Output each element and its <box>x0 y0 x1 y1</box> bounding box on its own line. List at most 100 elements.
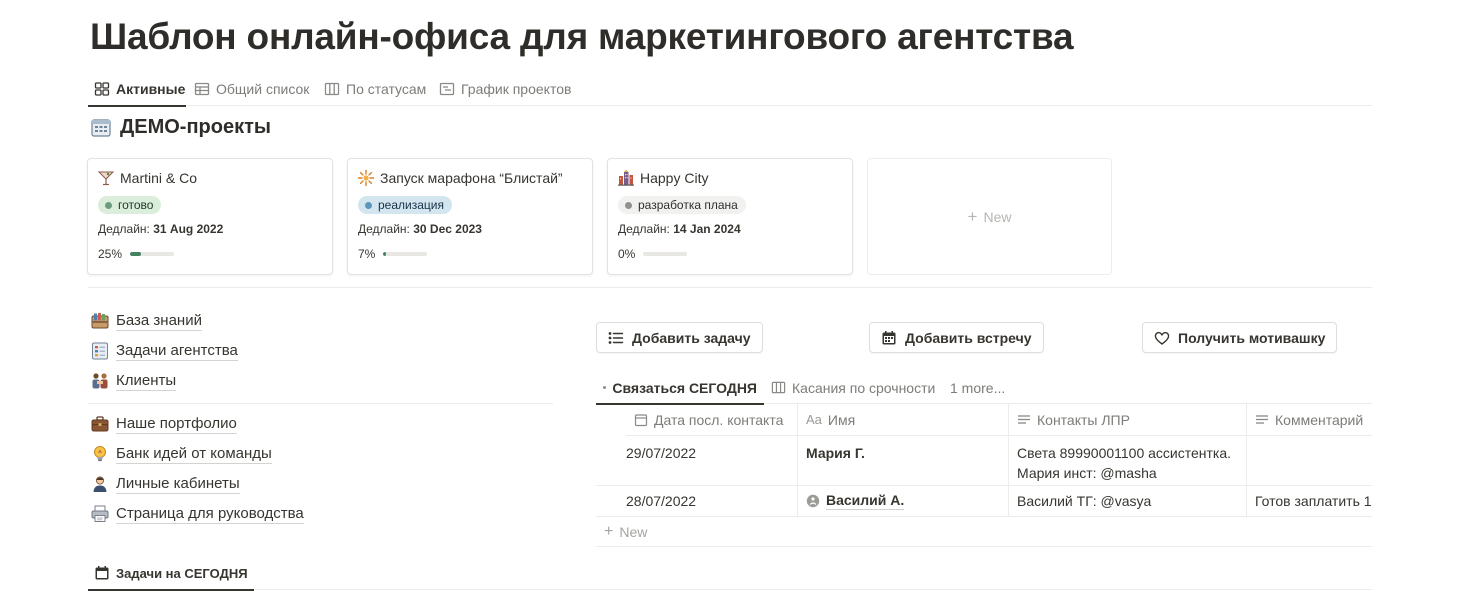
get-motivation-label: Получить мотивашку <box>1178 329 1326 346</box>
deadline: Дедлайн: 30 Dec 2023 <box>358 222 482 236</box>
column-header-last-contact[interactable]: Дата посл. контакта <box>626 404 798 436</box>
timeline-icon <box>439 82 455 96</box>
column-header-name[interactable]: Aa Имя <box>798 404 1009 436</box>
cell-comment[interactable]: Готов заплатить 10 <box>1247 486 1372 517</box>
link-management-page[interactable]: Страница для руководства <box>90 504 304 524</box>
deadline-value: 14 Jan 2024 <box>673 222 741 236</box>
checklist-icon <box>90 341 110 361</box>
status-text: реализация <box>378 198 444 212</box>
status-badge: реализация <box>358 196 452 214</box>
contacts-line: Света 89990001100 ассистентка. <box>1017 445 1232 461</box>
sparkle-icon <box>357 169 375 187</box>
tab-general-list[interactable]: Общий список <box>188 72 315 106</box>
column-label: Контакты ЛПР <box>1037 411 1130 428</box>
printer-icon <box>90 504 110 524</box>
add-meeting-button[interactable]: Добавить встречу <box>869 322 1044 353</box>
name-value: Василий А. <box>806 491 1000 510</box>
tab-by-status[interactable]: По статусам <box>318 72 432 106</box>
link-agency-tasks[interactable]: Задачи агентства <box>90 341 238 361</box>
column-label: Комментарий <box>1275 411 1364 428</box>
tab-project-timeline[interactable]: График проектов <box>433 72 577 106</box>
cell-contacts[interactable]: Света 89990001100 ассистентка. Мария инс… <box>1009 436 1247 486</box>
link-label: База знаний <box>116 311 202 331</box>
progress: 25% <box>98 247 175 261</box>
cell-contacts[interactable]: Василий ТГ: @vasya <box>1009 486 1247 517</box>
cell-name[interactable]: Василий А. <box>798 486 1009 517</box>
tasks-view-tabs: Задачи на СЕГОДНЯ <box>88 556 1372 591</box>
progress-bar <box>383 252 428 256</box>
deadline-label: Дедлайн: <box>98 222 150 236</box>
calendar-icon <box>95 566 109 580</box>
new-row-button[interactable]: + New <box>596 517 1372 547</box>
tab-label: Связаться СЕГОДНЯ <box>612 379 757 396</box>
list-icon <box>608 331 624 344</box>
column-label: Имя <box>827 411 856 428</box>
project-card[interactable]: Happy City разработка плана Дедлайн: 14 … <box>607 158 853 275</box>
more-views-button[interactable]: 1 more... <box>943 371 1012 404</box>
progress-label: 25% <box>98 247 123 261</box>
progress: 7% <box>358 247 428 261</box>
plus-icon: + <box>604 522 614 540</box>
status-dot <box>105 201 112 209</box>
status-dot <box>625 201 632 209</box>
deadline-value: 30 Dec 2023 <box>413 222 482 236</box>
cell-comment[interactable] <box>1247 436 1372 486</box>
add-task-label: Добавить задачу <box>632 329 751 346</box>
new-card-button[interactable]: + New <box>867 158 1112 275</box>
add-task-button[interactable]: Добавить задачу <box>596 322 763 353</box>
deadline: Дедлайн: 31 Aug 2022 <box>98 222 223 236</box>
project-card[interactable]: Martini & Co готово Дедлайн: 31 Aug 2022… <box>87 158 333 275</box>
status-text: разработка плана <box>638 198 738 212</box>
briefcase-icon <box>90 414 110 434</box>
progress-fill <box>383 252 387 256</box>
link-label: Задачи агентства <box>116 341 238 361</box>
plus-icon: + <box>967 206 978 226</box>
new-card-label: New <box>983 208 1012 225</box>
deadline-value: 31 Aug 2022 <box>153 222 224 236</box>
gallery-icon <box>94 82 110 96</box>
books-icon <box>90 311 110 331</box>
people-icon <box>90 371 110 391</box>
column-header-comment[interactable]: Комментарий <box>1247 404 1372 436</box>
column-header-contacts[interactable]: Контакты ЛПР <box>1009 404 1247 436</box>
link-knowledge-base[interactable]: База знаний <box>90 311 202 331</box>
project-card[interactable]: Запуск марафона “Блистай” реализация Дед… <box>347 158 593 275</box>
tab-label: Задачи на СЕГОДНЯ <box>116 565 248 581</box>
person-icon <box>90 474 110 494</box>
status-badge: разработка плана <box>618 196 746 214</box>
tab-label: Общий список <box>216 81 310 97</box>
status-badge: готово <box>98 196 162 214</box>
lightbulb-icon <box>90 444 110 464</box>
tab-touches-by-urgency[interactable]: Касания по срочности <box>764 371 942 404</box>
progress-label: 0% <box>618 247 636 261</box>
link-idea-bank[interactable]: Банк идей от команды <box>90 444 272 464</box>
page-icon <box>806 494 820 507</box>
card-title: Запуск марафона “Блистай” <box>357 169 563 187</box>
progress-bar <box>643 252 688 256</box>
table-icon <box>603 386 607 389</box>
tab-tasks-today[interactable]: Задачи на СЕГОДНЯ <box>88 556 254 591</box>
status-text: готово <box>118 198 154 212</box>
cell-date[interactable]: 29/07/2022 <box>618 436 798 486</box>
name-value: Мария Г. <box>806 443 1000 463</box>
text-lines-icon <box>1018 414 1030 424</box>
tab-active[interactable]: Активные <box>88 72 186 107</box>
link-label: Клиенты <box>116 371 177 391</box>
cell-name[interactable]: Мария Г. <box>798 436 1009 486</box>
link-clients[interactable]: Клиенты <box>90 371 177 391</box>
tab-contact-today[interactable]: Связаться СЕГОДНЯ <box>596 371 764 405</box>
calendar-grid-icon <box>90 117 112 139</box>
calendar-icon <box>882 330 896 344</box>
link-portfolio[interactable]: Наше портфолио <box>90 414 237 434</box>
status-dot <box>365 201 372 209</box>
link-label: Банк идей от команды <box>116 444 272 464</box>
get-motivation-button[interactable]: Получить мотивашку <box>1142 322 1338 353</box>
tab-label: Активные <box>116 81 186 97</box>
link-personal-accounts[interactable]: Личные кабинеты <box>90 474 240 494</box>
name-text: Мария Г. <box>806 445 865 461</box>
link-label: Наше портфолио <box>116 414 237 434</box>
cell-date[interactable]: 28/07/2022 <box>618 486 798 517</box>
progress-label: 7% <box>358 247 376 261</box>
card-title-text: Happy City <box>640 170 709 186</box>
database-title[interactable]: ДЕМО-проекты <box>90 116 271 139</box>
